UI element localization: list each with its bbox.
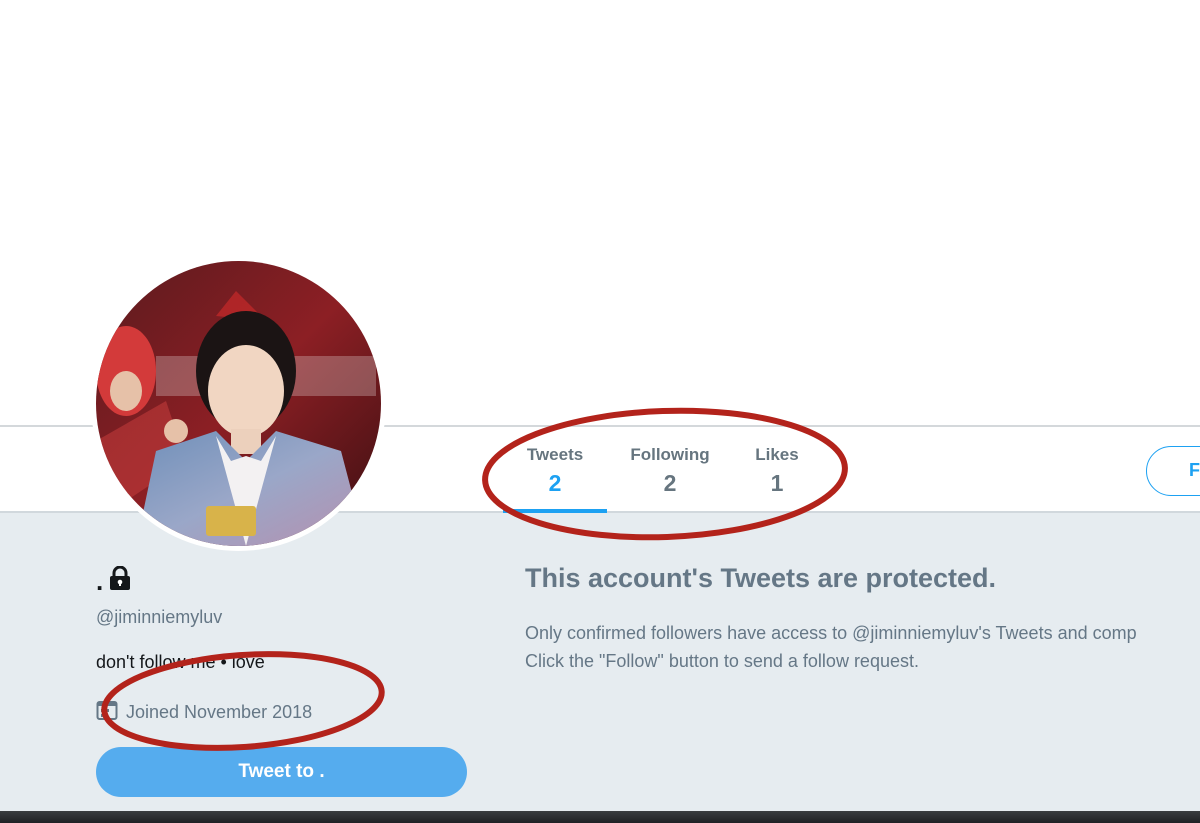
- calendar-icon: [96, 699, 118, 726]
- window-bottom-edge: [0, 811, 1200, 823]
- follow-button[interactable]: F: [1146, 446, 1200, 496]
- protected-message-line: Click the "Follow" button to send a foll…: [525, 651, 919, 671]
- nav-tab-count: 2: [548, 470, 562, 496]
- nav-tab-label: Tweets: [526, 445, 584, 464]
- protected-message-line: Only confirmed followers have access to …: [525, 623, 1137, 643]
- profile-bio: don't follow me • love: [96, 652, 265, 672]
- lock-icon: [109, 565, 131, 597]
- nav-tab-likes[interactable]: Likes 1: [748, 445, 806, 498]
- nav-tab-label: Likes: [755, 445, 799, 464]
- display-name: .: [96, 565, 131, 597]
- display-name-text: .: [96, 566, 104, 596]
- tweet-to-button[interactable]: Tweet to .: [96, 747, 467, 797]
- profile-handle[interactable]: @jiminniemyluv: [96, 607, 222, 628]
- joined-text: Joined November 2018: [126, 702, 313, 722]
- nav-tab-count: 2: [663, 470, 677, 496]
- protected-heading: This account's Tweets are protected.: [525, 563, 997, 593]
- joined-date: Joined November 2018: [96, 699, 312, 726]
- nav-tab-count: 1: [770, 470, 784, 496]
- avatar[interactable]: [96, 261, 381, 546]
- nav-tab-following[interactable]: Following 2: [624, 445, 716, 498]
- nav-tab-tweets[interactable]: Tweets 2: [520, 445, 590, 498]
- nav-tab-label: Following: [630, 445, 710, 464]
- protected-message: Only confirmed followers have access to …: [525, 619, 1200, 675]
